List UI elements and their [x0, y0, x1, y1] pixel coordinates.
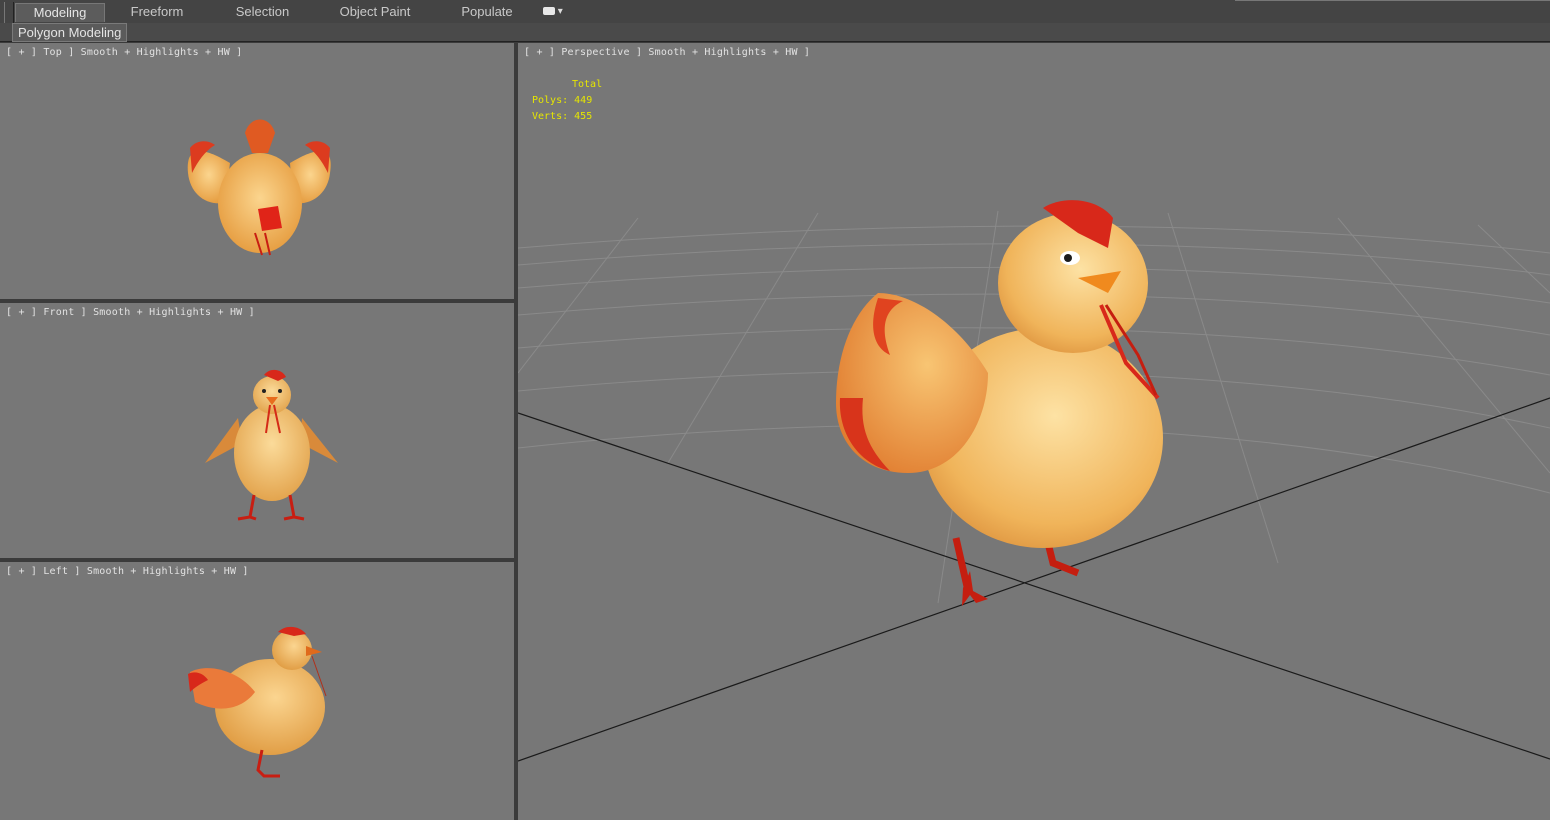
chicken-front-view: [205, 369, 338, 521]
tab-selection[interactable]: Selection: [215, 3, 310, 21]
ribbon-options-dropdown[interactable]: ▾: [543, 6, 565, 18]
perspective-scene: [518, 200, 1550, 762]
chicken-front-body: [234, 405, 310, 501]
chicken-perspective-model: [836, 200, 1163, 606]
viewport-perspective[interactable]: [ + ] Perspective ] Smooth + Highlights …: [518, 43, 1550, 820]
polygon-modeling-button[interactable]: Polygon Modeling: [12, 23, 128, 42]
chicken-front-eye-left: [262, 389, 266, 393]
chicken-front-leg-right: [283, 494, 305, 521]
chicken-pupil: [1064, 254, 1072, 262]
chicken-leg-front: [952, 537, 972, 592]
chicken-left-view: [188, 626, 327, 778]
tab-object-paint[interactable]: Object Paint: [326, 3, 424, 21]
viewport-left[interactable]: [ + ] Left ] Smooth + Highlights + HW ]: [0, 562, 514, 820]
viewport-top[interactable]: [ + ] Top ] Smooth + Highlights + HW ]: [0, 43, 514, 299]
ribbon-divider: [1235, 0, 1550, 1]
chicken-front-eye-right: [278, 389, 282, 393]
chicken-top-body: [218, 153, 302, 253]
ribbon-tab-bar: Modeling Freeform Selection Object Paint…: [0, 0, 1550, 40]
chicken-left-beak: [306, 646, 322, 656]
chicken-head: [998, 213, 1148, 353]
chicken-top-view: [187, 119, 331, 256]
ribbon-options-icon: [543, 7, 555, 16]
chicken-front-head: [253, 376, 291, 414]
tab-populate[interactable]: Populate: [442, 3, 532, 21]
chicken-top-tail: [245, 119, 275, 153]
tab-freeform[interactable]: Freeform: [112, 3, 202, 21]
chicken-front-leg-left: [237, 494, 257, 521]
viewport-front[interactable]: [ + ] Front ] Smooth + Highlights + HW ]: [0, 303, 514, 558]
tab-modeling[interactable]: Modeling: [15, 3, 105, 22]
chicken-top-comb: [258, 206, 282, 231]
ribbon-panel-bar: Polygon Modeling: [0, 23, 1550, 42]
